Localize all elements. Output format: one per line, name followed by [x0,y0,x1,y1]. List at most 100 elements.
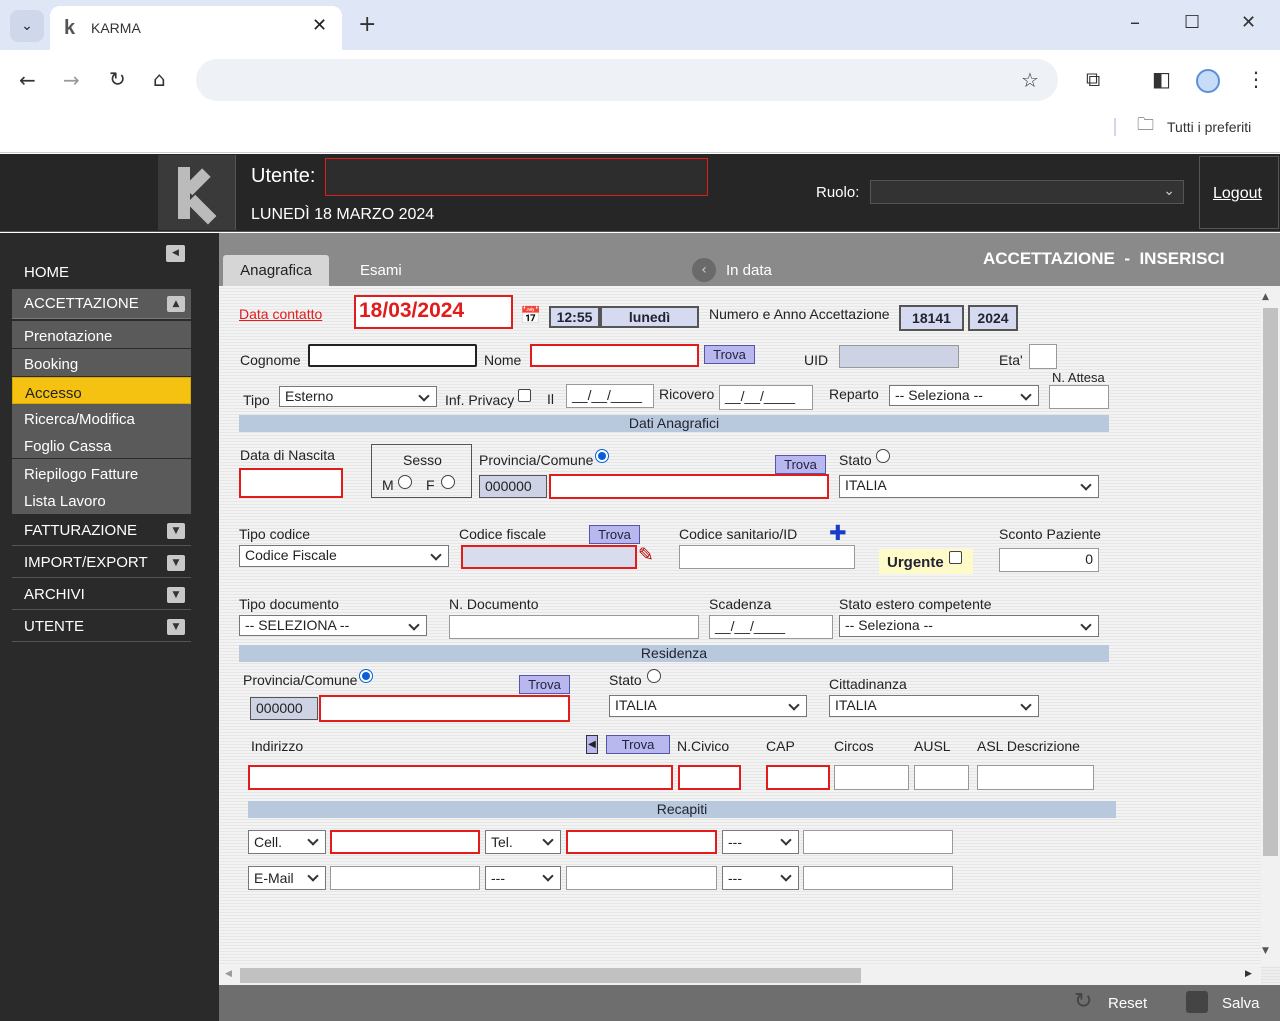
data-contatto-link[interactable]: Data contatto [239,306,322,322]
tipo-documento-select[interactable]: -- SELEZIONA -- [239,615,427,636]
side-panel-icon[interactable]: ◧ [1152,69,1171,89]
contact-type-6-select[interactable]: --- [722,866,799,890]
stato-nascita-radio[interactable] [876,449,890,463]
back-circle-icon[interactable]: ‹ [692,258,716,282]
tab-search-button[interactable]: ⌄ [10,10,44,42]
horizontal-scrollbar[interactable]: ◀ ▶ [219,966,1261,985]
urgente-checkbox[interactable] [949,551,962,564]
calendar-icon[interactable]: 📅 [520,306,541,326]
forward-icon[interactable]: → [63,70,80,90]
minimize-icon[interactable]: – [1130,12,1140,32]
nome-input[interactable] [530,344,699,367]
n-civico-input[interactable] [678,765,741,790]
contact-type-1-select[interactable]: Cell. [248,830,326,854]
circos-input[interactable] [834,765,909,790]
contact-5-input[interactable] [566,866,717,890]
cap-input[interactable] [766,765,830,790]
sesso-m-radio[interactable] [398,475,412,489]
trova-nome-button[interactable]: Trova [704,345,755,364]
sidebar-item-utente[interactable]: UTENTE ▼ [12,612,191,642]
close-tab-icon[interactable]: ✕ [312,15,327,36]
sconto-paziente-input[interactable]: 0 [999,548,1099,572]
ausl-input[interactable] [914,765,969,790]
contact-6-input[interactable] [803,866,953,890]
maximize-icon[interactable]: ☐ [1184,14,1200,32]
contact-1-input[interactable] [330,830,480,854]
sidebar-item-lista-lavoro[interactable]: Lista Lavoro [12,486,191,514]
vertical-scrollbar[interactable]: ▲ ▼ [1261,286,1280,966]
reload-icon[interactable]: ↻ [109,69,126,89]
caret-left-icon[interactable]: ◀ [586,735,598,754]
stato-res-radio[interactable] [647,669,661,683]
profile-avatar[interactable] [1196,69,1220,93]
provincia-comune-radio[interactable] [595,449,609,463]
eta-input[interactable] [1029,344,1057,369]
new-tab-icon[interactable]: + [358,14,376,36]
sidebar-item-ricerca-modifica[interactable]: Ricerca/Modifica [12,404,191,431]
tab-anagrafica[interactable]: Anagrafica [223,255,329,286]
trova-indirizzo-button[interactable]: Trova [606,735,670,754]
comune-nascita-input[interactable] [549,474,829,499]
sidebar-item-accesso[interactable]: Accesso [12,377,191,404]
cittadinanza-select[interactable]: ITALIA [829,695,1039,717]
asl-descrizione-input[interactable] [977,765,1094,790]
contact-type-4-select[interactable]: E-Mail [248,866,326,890]
provincia-comune-res-radio[interactable] [359,669,373,683]
n-attesa-input[interactable] [1049,385,1109,409]
contact-type-5-select[interactable]: --- [485,866,561,890]
stato-res-select[interactable]: ITALIA [609,695,807,717]
sidebar-item-accettazione[interactable]: ACCETTAZIONE ▲ [12,289,191,319]
n-documento-input[interactable] [449,615,699,639]
edit-note-icon[interactable]: ✎ [638,544,654,566]
trova-codice-fiscale-button[interactable]: Trova [589,525,640,544]
stato-estero-select[interactable]: -- Seleziona -- [839,615,1099,637]
contact-type-2-select[interactable]: Tel. [485,830,561,854]
contact-4-input[interactable] [330,866,480,890]
indirizzo-input[interactable] [248,765,673,790]
codice-fiscale-input[interactable] [461,545,637,569]
cognome-input[interactable] [308,344,477,367]
sidebar-item-riepilogo-fatture[interactable]: Riepilogo Fatture [12,459,191,486]
back-icon[interactable]: ← [19,70,36,90]
reset-button[interactable]: ↻ Reset [1074,989,1154,1017]
sidebar-item-booking[interactable]: Booking [12,349,191,376]
sidebar-item-home[interactable]: HOME [12,259,191,287]
horizontal-scroll-thumb[interactable] [240,968,861,983]
vertical-scroll-thumb[interactable] [1263,308,1278,856]
sidebar-item-import-export[interactable]: IMPORT/EXPORT ▼ [12,548,191,578]
trova-comune-res-button[interactable]: Trova [519,675,570,694]
contact-type-3-select[interactable]: --- [722,830,799,854]
add-plus-icon[interactable]: ✚ [829,521,847,545]
menu-icon[interactable]: ⋮ [1246,69,1266,89]
stato-nascita-select[interactable]: ITALIA [839,475,1099,498]
sesso-f-radio[interactable] [441,475,455,489]
bookmark-star-icon[interactable]: ☆ [1021,70,1039,90]
tipo-codice-select[interactable]: Codice Fiscale [239,545,449,567]
data-contatto-input[interactable]: 18/03/2024 [354,295,513,329]
contact-3-input[interactable] [803,830,953,854]
extensions-icon[interactable]: ⧉ [1086,69,1100,89]
il-date-input[interactable]: __/__/____ [566,384,654,408]
window-close-icon[interactable]: ✕ [1241,14,1256,32]
browser-tab[interactable]: k KARMA ✕ [50,6,342,50]
ricovero-date-input[interactable]: __/__/____ [719,385,813,410]
address-bar[interactable]: ☆ [196,59,1058,101]
sidebar-item-foglio-cassa[interactable]: Foglio Cassa [12,431,191,458]
sidebar-item-archivi[interactable]: ARCHIVI ▼ [12,580,191,610]
salva-button[interactable]: Salva [1186,989,1266,1017]
bookmarks-label[interactable]: Tutti i preferiti [1167,119,1251,135]
sidebar-item-prenotazione[interactable]: Prenotazione [12,321,191,348]
tab-esami[interactable]: Esami [360,262,402,279]
comune-res-input[interactable] [319,695,570,722]
trova-comune-nascita-button[interactable]: Trova [775,455,826,474]
contact-2-input[interactable] [566,830,717,854]
inf-privacy-checkbox[interactable] [518,389,531,402]
tipo-select[interactable]: Esterno [279,386,437,407]
sidebar-item-fatturazione[interactable]: FATTURAZIONE ▼ [12,516,191,546]
scadenza-date-input[interactable]: __/__/____ [709,615,833,639]
codice-sanitario-input[interactable] [679,545,855,569]
reparto-select[interactable]: -- Seleziona -- [889,385,1039,406]
home-icon[interactable]: ⌂ [153,69,166,89]
role-select[interactable]: ⌄ [870,180,1184,204]
logout-link[interactable]: Logout [1213,185,1262,203]
